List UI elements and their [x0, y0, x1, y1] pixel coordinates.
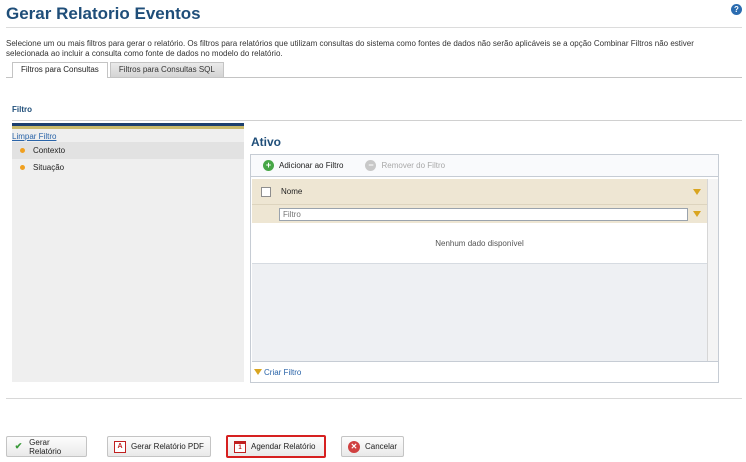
clear-filter-link[interactable]: Limpar Filtro: [12, 132, 244, 142]
tree-item-label: Contexto: [33, 146, 66, 155]
page-title: Gerar Relatorio Eventos: [6, 4, 201, 23]
generate-pdf-label: Gerar Relatório PDF: [131, 442, 204, 451]
tab-bar: Filtros para Consultas Filtros para Cons…: [12, 62, 226, 78]
generate-pdf-button[interactable]: A Gerar Relatório PDF: [107, 436, 211, 457]
tree-item-contexto[interactable]: Contexto: [12, 142, 244, 159]
intro-text: Selecione um ou mais filtros para gerar …: [6, 39, 694, 58]
remove-from-filter-button[interactable]: − Remover do Filtro: [365, 160, 445, 171]
filter-tree-panel: Limpar Filtro Contexto Situação: [12, 123, 244, 382]
title-divider: [6, 27, 742, 28]
tab-filtros-consultas[interactable]: Filtros para Consultas: [12, 62, 108, 78]
grid-header-row: Nome: [252, 179, 707, 205]
actions-divider: [6, 398, 742, 399]
plus-circle-icon: +: [263, 160, 274, 171]
grid-filter-row: [252, 205, 707, 223]
create-filter-link[interactable]: Criar Filtro: [264, 368, 301, 377]
grid-area: Nome Nenhum dado disponível: [252, 179, 707, 381]
active-panel-title: Ativo: [251, 135, 281, 149]
active-filters-grid: + Adicionar ao Filtro − Remover do Filtr…: [250, 154, 719, 383]
funnel-icon: [254, 369, 262, 375]
cancel-button[interactable]: ✕ Cancelar: [341, 436, 404, 457]
bullet-icon: [20, 165, 25, 170]
empty-message: Nenhum dado disponível: [252, 223, 707, 263]
generate-report-button[interactable]: ✔ Gerar Relatório: [6, 436, 87, 457]
filter-section-label: Filtro: [12, 105, 32, 114]
name-filter-input[interactable]: [279, 207, 688, 221]
cancel-icon: ✕: [348, 440, 360, 453]
select-all-checkbox[interactable]: [261, 186, 271, 197]
bullet-icon: [20, 148, 25, 153]
check-icon: ✔: [14, 441, 23, 451]
add-to-filter-label: Adicionar ao Filtro: [279, 161, 344, 170]
filter-section-divider: [12, 120, 742, 121]
help-icon[interactable]: ?: [731, 4, 742, 15]
grid-scrollbar[interactable]: [707, 179, 718, 381]
tree-item-situacao[interactable]: Situação: [12, 159, 244, 176]
column-filter-icon[interactable]: [693, 188, 701, 195]
tab-divider: [6, 77, 742, 78]
schedule-report-label: Agendar Relatório: [251, 442, 316, 451]
panel-header-bar: [12, 123, 244, 129]
add-to-filter-button[interactable]: + Adicionar ao Filtro: [263, 160, 343, 171]
tree-item-label: Situação: [33, 163, 65, 172]
pdf-icon: A: [114, 440, 126, 453]
grid-toolbar: + Adicionar ao Filtro − Remover do Filtr…: [251, 155, 718, 177]
column-header-nome[interactable]: Nome: [281, 187, 693, 196]
schedule-report-button[interactable]: 1 Agendar Relatório: [226, 435, 326, 458]
generate-report-label: Gerar Relatório: [29, 437, 62, 456]
filter-apply-icon[interactable]: [693, 211, 701, 217]
calendar-icon: 1: [234, 440, 246, 453]
cancel-label: Cancelar: [364, 442, 397, 451]
remove-from-filter-label: Remover do Filtro: [381, 161, 446, 170]
tab-filtros-consultas-sql[interactable]: Filtros para Consultas SQL: [109, 62, 224, 77]
minus-circle-icon: −: [365, 160, 377, 171]
grid-footer: Criar Filtro: [252, 361, 718, 382]
